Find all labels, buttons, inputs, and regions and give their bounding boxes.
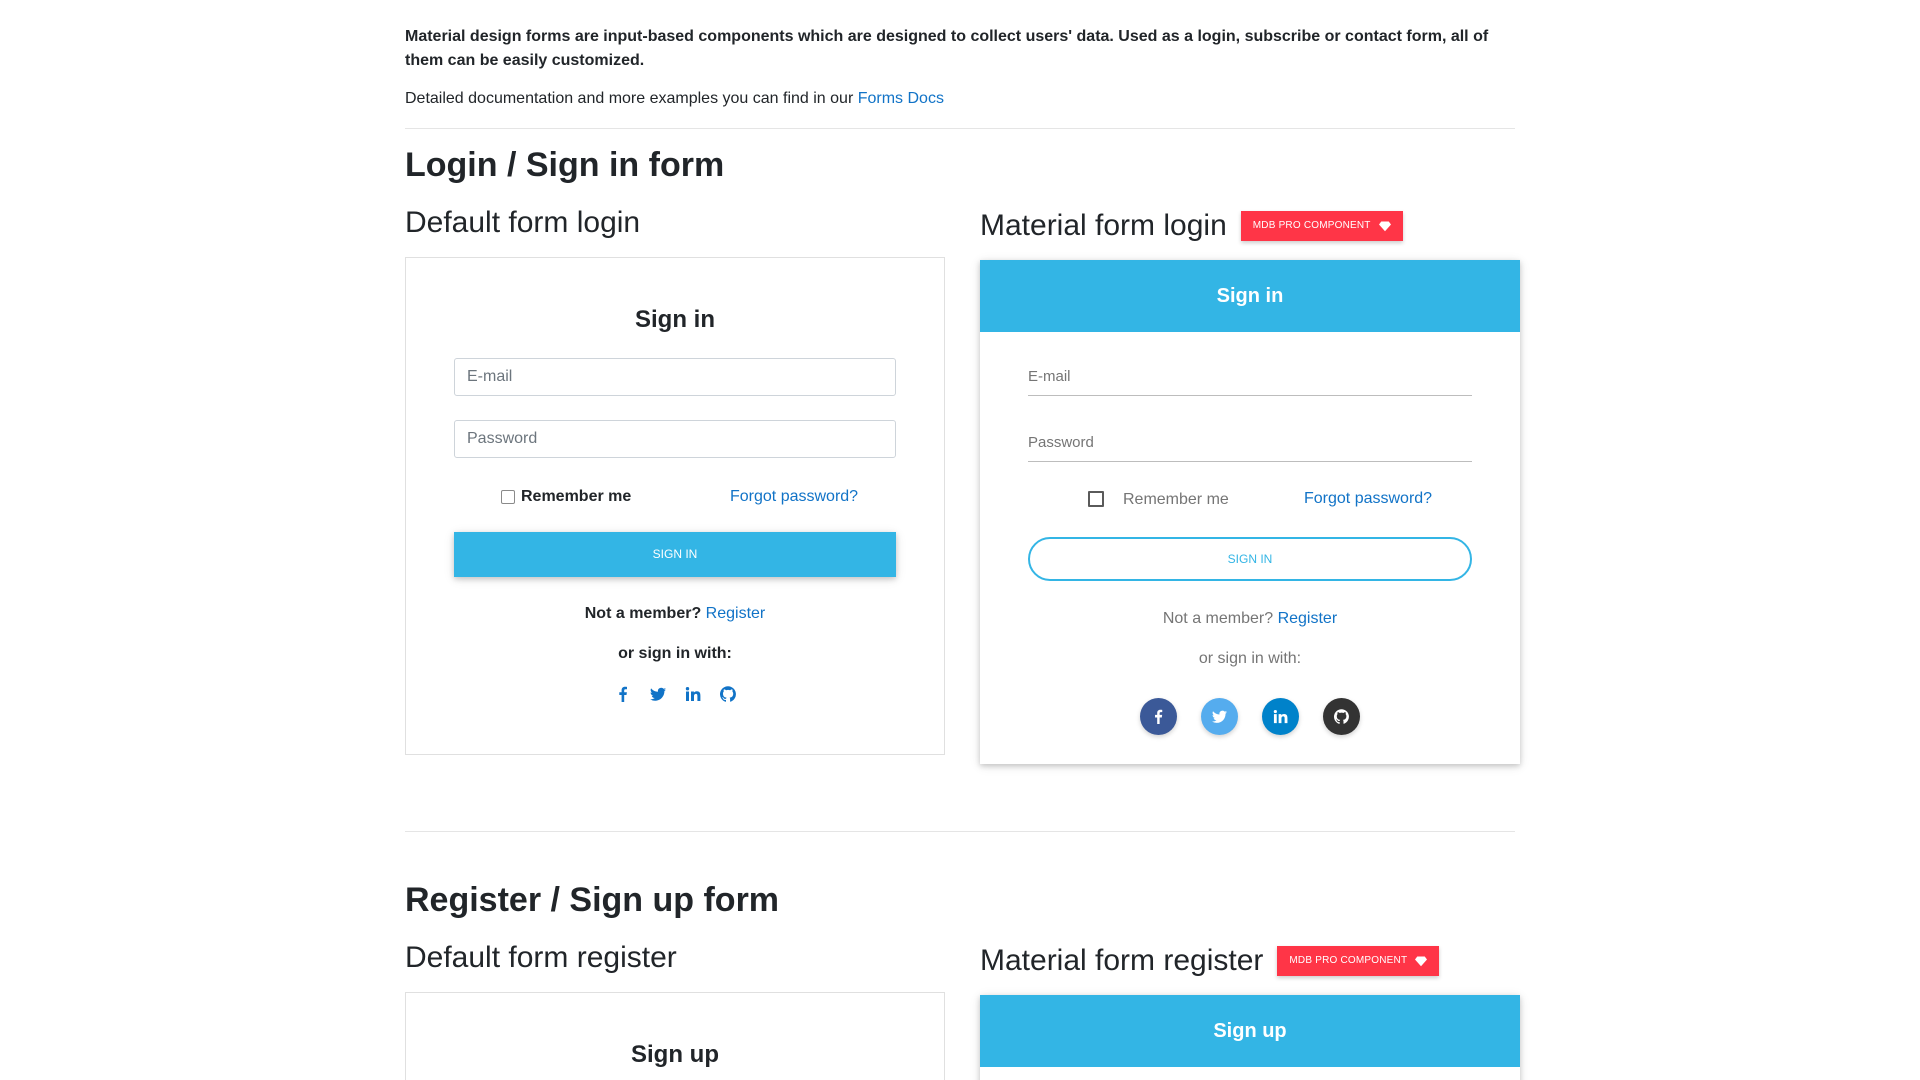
- section-title-register: Register / Sign up form: [405, 881, 780, 919]
- default-login-card: Sign in E-mail Password Remember me Forg…: [405, 257, 945, 755]
- not-member-line: Not a member? Register: [406, 604, 944, 624]
- mdb-pro-badge[interactable]: MDB Pro component: [1240, 211, 1403, 241]
- material-forgot-password-link[interactable]: Forgot password?: [1304, 489, 1432, 509]
- default-login-heading: Default form login: [405, 206, 641, 239]
- intro-paragraph: Material design forms are input-based co…: [405, 28, 1489, 69]
- material-register-heading-row: Material form register MDB Pro component: [980, 943, 1440, 979]
- linkedin-icon[interactable]: [684, 685, 701, 702]
- page: Material design forms are input-based co…: [0, 0, 1920, 1080]
- forms-docs-link[interactable]: Forms Docs: [858, 90, 944, 107]
- remember-row: Remember me Forgot password?: [454, 485, 896, 509]
- not-member-text: Not a member?: [584, 605, 702, 622]
- twitter-icon[interactable]: [649, 685, 666, 702]
- twitter-icon[interactable]: [1201, 698, 1238, 735]
- linkedin-icon[interactable]: [1262, 698, 1299, 735]
- material-register-card: Sign up: [980, 995, 1520, 1080]
- remember-checkbox[interactable]: [501, 490, 515, 504]
- gem-icon: [1378, 221, 1391, 232]
- card-title: Sign up: [631, 1041, 719, 1068]
- sign-in-button[interactable]: Sign in: [454, 532, 896, 577]
- register-link[interactable]: Register: [706, 605, 766, 622]
- gem-icon: [1415, 956, 1428, 967]
- material-or-sign-in-text: or sign in with:: [1198, 650, 1302, 667]
- facebook-icon[interactable]: [1140, 698, 1177, 735]
- material-password-field[interactable]: Password: [1028, 431, 1472, 462]
- material-not-member-line: Not a member? Register: [980, 609, 1520, 629]
- material-remember-label: Remember me: [1123, 491, 1229, 508]
- material-login-heading-row: Material form login MDB Pro component: [980, 208, 1403, 244]
- divider: [405, 831, 1515, 832]
- material-not-member-text: Not a member?: [1162, 610, 1274, 627]
- default-register-card: Sign up: [405, 992, 945, 1080]
- badge-label: MDB Pro component: [1289, 955, 1408, 966]
- material-sign-in-button[interactable]: Sign in: [1028, 537, 1472, 581]
- material-login-card: Sign in E-mail Password Remember me Forg…: [980, 260, 1520, 764]
- material-login-heading: Material form login: [980, 209, 1227, 242]
- forgot-password-link[interactable]: Forgot password?: [730, 487, 858, 507]
- card-title: Sign in: [635, 306, 715, 333]
- social-links: [406, 685, 944, 702]
- or-sign-in-text: or sign in with:: [618, 645, 732, 662]
- divider: [405, 128, 1515, 129]
- material-register-heading: Material form register: [980, 944, 1264, 977]
- password-field[interactable]: Password: [454, 420, 896, 458]
- github-icon[interactable]: [1323, 698, 1360, 735]
- mdb-pro-badge[interactable]: MDB Pro component: [1277, 946, 1440, 976]
- material-card-header: Sign in: [980, 260, 1520, 332]
- github-icon[interactable]: [719, 685, 736, 702]
- default-register-heading: Default form register: [405, 941, 677, 974]
- badge-label: MDB Pro component: [1252, 220, 1371, 231]
- material-remember-checkbox[interactable]: [1088, 491, 1104, 507]
- material-email-field[interactable]: E-mail: [1028, 365, 1472, 396]
- docs-prefix: Detailed documentation and more examples…: [405, 90, 858, 107]
- material-register-link[interactable]: Register: [1278, 610, 1338, 627]
- material-social-buttons: [980, 698, 1520, 735]
- facebook-icon[interactable]: [614, 685, 631, 702]
- docs-line: Detailed documentation and more examples…: [405, 89, 944, 109]
- material-card-header: Sign up: [980, 995, 1520, 1067]
- section-title-login: Login / Sign in form: [405, 146, 725, 184]
- email-field[interactable]: E-mail: [454, 358, 896, 396]
- remember-label: Remember me: [521, 488, 632, 505]
